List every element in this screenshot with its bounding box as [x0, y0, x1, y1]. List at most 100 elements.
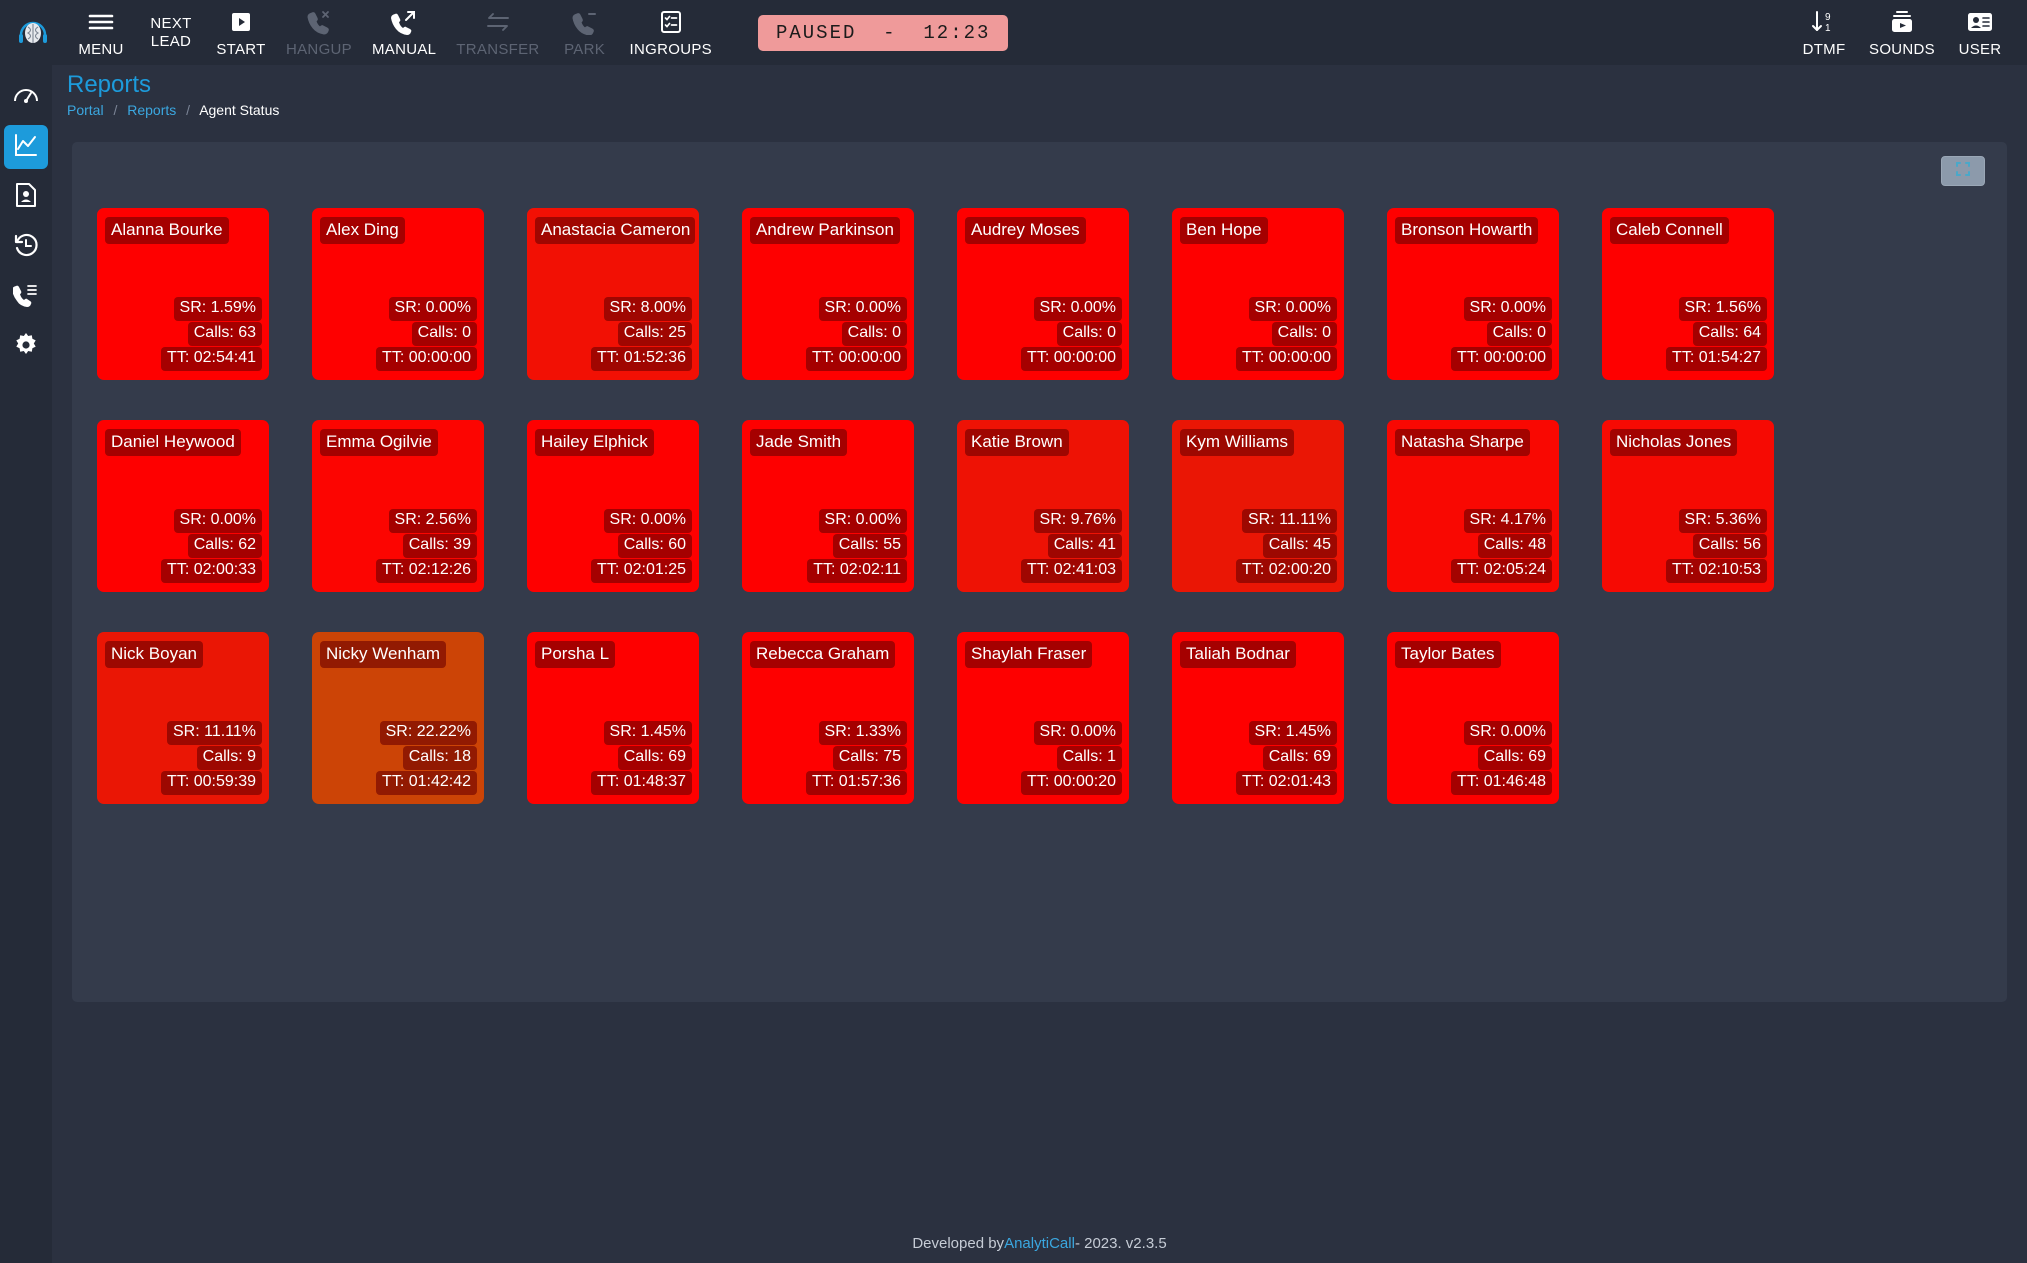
agent-name: Kym Williams — [1180, 429, 1294, 456]
agent-name: Nick Boyan — [105, 641, 203, 668]
agent-name: Katie Brown — [965, 429, 1069, 456]
breadcrumb-current: Agent Status — [199, 102, 280, 118]
dtmf-button[interactable]: 91 DTMF — [1789, 0, 1859, 65]
agent-card[interactable]: Nick Boyan SR: 11.11% Calls: 9 TT: 00:59:39 — [97, 632, 269, 804]
agent-stat-tt: TT: 02:41:03 — [1021, 559, 1122, 583]
hangup-button[interactable]: HANGUP — [276, 0, 362, 65]
next-lead-button[interactable]: NEXT LEAD — [136, 0, 206, 65]
sidebar-item-reports[interactable] — [4, 125, 48, 169]
page-header: Reports Portal / Reports / Agent Status — [52, 65, 2027, 118]
agent-card[interactable]: Kym Williams SR: 11.11% Calls: 45 TT: 02:00… — [1172, 420, 1344, 592]
agent-stats: SR: 0.00% Calls: 62 TT: 02:00:33 — [161, 509, 262, 583]
agent-stat-tt: TT: 00:00:00 — [1236, 347, 1337, 371]
agent-card[interactable]: Alanna Bourke SR: 1.59% Calls: 63 TT: 02:54… — [97, 208, 269, 380]
agent-stat-sr: SR: 1.56% — [1678, 297, 1767, 321]
agent-stat-sr: SR: 0.00% — [388, 297, 477, 321]
top-toolbar-actions: MENU NEXT LEAD START HANGUP MANUAL TRANS… — [66, 0, 722, 65]
agent-card[interactable]: Alex Ding SR: 0.00% Calls: 0 TT: 00:00:00 — [312, 208, 484, 380]
agent-stat-sr: SR: 2.56% — [388, 509, 477, 533]
sidebar-item-dashboard[interactable] — [4, 75, 48, 119]
agent-card[interactable]: Nicky Wenham SR: 22.22% Calls: 18 TT: 01:42… — [312, 632, 484, 804]
agent-stats: SR: 1.45% Calls: 69 TT: 01:48:37 — [591, 721, 692, 795]
agent-name: Alex Ding — [320, 217, 405, 244]
agent-card[interactable]: Daniel Heywood SR: 0.00% Calls: 62 TT: 02:0… — [97, 420, 269, 592]
footer-brand-link[interactable]: AnalytiCall — [1004, 1235, 1075, 1252]
agent-stat-sr: SR: 11.11% — [1241, 509, 1337, 533]
breadcrumb-reports[interactable]: Reports — [127, 102, 176, 118]
agent-name: Ben Hope — [1180, 217, 1268, 244]
agent-card[interactable]: Rebecca Graham SR: 1.33% Calls: 75 TT: 01:5… — [742, 632, 914, 804]
agent-card[interactable]: Shaylah Fraser SR: 0.00% Calls: 1 TT: 00:00… — [957, 632, 1129, 804]
agent-stat-sr: SR: 11.11% — [166, 721, 262, 745]
agent-name: Bronson Howarth — [1395, 217, 1539, 244]
footer-suffix: - 2023. v2.3.5 — [1074, 1234, 1167, 1252]
app-logo[interactable] — [0, 0, 66, 65]
agent-card[interactable]: Taliah Bodnar SR: 1.45% Calls: 69 TT: 02:01… — [1172, 632, 1344, 804]
agent-stats: SR: 0.00% Calls: 1 TT: 00:00:20 — [1021, 721, 1122, 795]
agent-stat-calls: Calls: 56 — [1692, 534, 1767, 558]
user-button[interactable]: USER — [1945, 0, 2015, 65]
agent-stats: SR: 1.59% Calls: 63 TT: 02:54:41 — [161, 297, 262, 371]
ingroups-button[interactable]: INGROUPS — [620, 0, 722, 65]
grid-row-spacer — [97, 392, 1774, 408]
checklist-icon — [660, 7, 682, 37]
top-toolbar-right: 91 DTMF SOUNDS USER — [1789, 0, 2027, 65]
agent-name: Alanna Bourke — [105, 217, 229, 244]
agent-stats: SR: 0.00% Calls: 60 TT: 02:01:25 — [591, 509, 692, 583]
agent-card[interactable]: Anastacia Cameron SR: 8.00% Calls: 25 TT: 0… — [527, 208, 699, 380]
sounds-label: SOUNDS — [1869, 41, 1935, 58]
page-title: Reports — [67, 71, 152, 98]
dtmf-label: DTMF — [1802, 41, 1846, 58]
sidebar-item-leads[interactable] — [4, 175, 48, 219]
agent-stat-calls: Calls: 63 — [187, 322, 262, 346]
agent-stats: SR: 0.00% Calls: 0 TT: 00:00:00 — [1236, 297, 1337, 371]
fullscreen-button[interactable] — [1941, 156, 1985, 186]
manual-button[interactable]: MANUAL — [362, 0, 446, 65]
agent-card[interactable]: Caleb Connell SR: 1.56% Calls: 64 TT: 01:54… — [1602, 208, 1774, 380]
agent-stat-calls: Calls: 25 — [617, 322, 692, 346]
agent-name: Emma Ogilvie — [320, 429, 438, 456]
agent-name: Taylor Bates — [1395, 641, 1501, 668]
agent-card[interactable]: Natasha Sharpe SR: 4.17% Calls: 48 TT: 02:0… — [1387, 420, 1559, 592]
start-button[interactable]: START — [206, 0, 276, 65]
transfer-arrows-icon — [485, 7, 511, 37]
agent-stat-sr: SR: 1.59% — [173, 297, 262, 321]
agent-stat-sr: SR: 1.45% — [603, 721, 692, 745]
play-box-icon — [230, 7, 252, 37]
agent-stat-tt: TT: 00:00:00 — [806, 347, 907, 371]
footer-prefix: Developed by — [912, 1234, 1005, 1252]
sounds-play-icon — [1888, 7, 1916, 37]
agent-card[interactable]: Jade Smith SR: 0.00% Calls: 55 TT: 02:02:11 — [742, 420, 914, 592]
agent-stat-sr: SR: 0.00% — [173, 509, 262, 533]
sounds-button[interactable]: SOUNDS — [1859, 0, 1945, 65]
sidebar-item-call-list[interactable] — [4, 275, 48, 319]
agent-stat-tt: TT: 02:00:33 — [161, 559, 262, 583]
agent-stat-sr: SR: 1.33% — [818, 721, 907, 745]
agent-card[interactable]: Katie Brown SR: 9.76% Calls: 41 TT: 02:41:0… — [957, 420, 1129, 592]
agent-card[interactable]: Bronson Howarth SR: 0.00% Calls: 0 TT: 00:0… — [1387, 208, 1559, 380]
agent-card[interactable]: Audrey Moses SR: 0.00% Calls: 0 TT: 00:00:0… — [957, 208, 1129, 380]
agent-card[interactable]: Hailey Elphick SR: 0.00% Calls: 60 TT: 02:0… — [527, 420, 699, 592]
agent-stats: SR: 1.33% Calls: 75 TT: 01:57:36 — [806, 721, 907, 795]
agent-stats: SR: 5.36% Calls: 56 TT: 02:10:53 — [1666, 509, 1767, 583]
park-button[interactable]: PARK — [550, 0, 620, 65]
agent-card[interactable]: Ben Hope SR: 0.00% Calls: 0 TT: 00:00:00 — [1172, 208, 1344, 380]
agent-stat-tt: TT: 02:01:25 — [591, 559, 692, 583]
agent-name: Taliah Bodnar — [1180, 641, 1296, 668]
transfer-button[interactable]: TRANSFER — [446, 0, 549, 65]
sidebar-item-settings[interactable] — [4, 325, 48, 369]
sidebar-item-history[interactable] — [4, 225, 48, 269]
agent-card[interactable]: Andrew Parkinson SR: 0.00% Calls: 0 TT: 00:… — [742, 208, 914, 380]
contact-document-icon — [14, 182, 38, 213]
agent-card[interactable]: Taylor Bates SR: 0.00% Calls: 69 TT: 01:46:… — [1387, 632, 1559, 804]
agent-stat-tt: TT: 02:00:20 — [1236, 559, 1337, 583]
agent-name: Shaylah Fraser — [965, 641, 1093, 668]
agent-card[interactable]: Nicholas Jones SR: 5.36% Calls: 56 TT: 02:1… — [1602, 420, 1774, 592]
agent-card[interactable]: Emma Ogilvie SR: 2.56% Calls: 39 TT: 02:12:… — [312, 420, 484, 592]
agent-stat-tt: TT: 02:01:43 — [1236, 771, 1337, 795]
agent-stat-tt: TT: 00:00:00 — [1451, 347, 1552, 371]
agent-card[interactable]: Porsha L SR: 1.45% Calls: 69 TT: 01:48:37 — [527, 632, 699, 804]
breadcrumb-portal[interactable]: Portal — [67, 102, 104, 118]
gauge-dashboard-icon — [13, 82, 39, 113]
menu-button[interactable]: MENU — [66, 0, 136, 65]
